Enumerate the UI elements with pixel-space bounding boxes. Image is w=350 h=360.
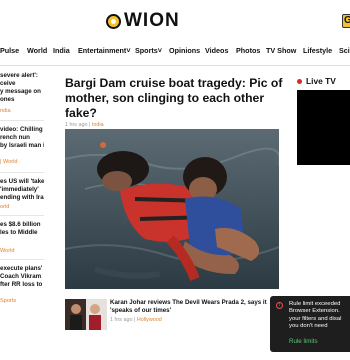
left-story-list: severe alert': ceive y message on ones n… [0, 72, 44, 312]
toast-line: Rule limit exceeded [289, 301, 341, 307]
nav-item-label: Sports [135, 46, 158, 55]
story-line: rench nun [0, 134, 30, 141]
extension-toast[interactable]: ! Rule limit exceeded Browser Extension.… [270, 296, 350, 352]
left-story-category[interactable]: Sports [0, 298, 16, 304]
nav-item-science[interactable]: Scie [339, 46, 350, 55]
live-tv-heading[interactable]: Live TV [297, 76, 350, 86]
nav-item-world[interactable]: World [27, 46, 47, 55]
main-nav: Pulse World India Entertainment˅ Sports˅… [0, 46, 350, 62]
toast-line: Browser Extension. [289, 308, 340, 315]
story-line: ceive [0, 80, 16, 87]
wion-logo[interactable]: WION [106, 10, 180, 31]
divider [0, 172, 44, 173]
chevron-down-icon: ˅ [157, 46, 162, 55]
story-line: y message on [0, 88, 41, 95]
rule-limits-link[interactable]: Rule limits [289, 338, 318, 345]
left-story-title[interactable]: execute plans' Coach Vikram fter RR loss… [0, 265, 44, 289]
story-line: fter RR loss to [0, 281, 43, 288]
related-story-category[interactable]: Hollywood [137, 317, 162, 323]
logo-text: WION [124, 10, 180, 31]
left-story-title[interactable]: es $8.6 billion les to Middle [0, 221, 44, 237]
story-line: by Israeli man in [0, 142, 44, 149]
left-story-title[interactable]: severe alert': ceive y message on ones [0, 72, 44, 104]
left-story-category[interactable]: World [0, 248, 15, 254]
left-story-category[interactable]: orld [0, 204, 9, 210]
left-story-title[interactable]: video: Chilling rench nun by Israeli man… [0, 126, 44, 150]
left-story-category[interactable]: | World [0, 159, 18, 165]
nav-item-entertainment[interactable]: Entertainment˅ [78, 46, 131, 55]
article-meta: 1 hrs ago | India [65, 122, 104, 128]
divider [0, 120, 44, 121]
toast-line: your filters and disal [289, 315, 342, 322]
related-story-meta: 1 hrs ago | Hollywood [110, 317, 162, 323]
story-line: ones [0, 96, 15, 103]
story-line: ending with Iran [0, 194, 44, 201]
related-story-time: 1 hrs ago [110, 317, 133, 323]
article-hero-image[interactable] [65, 129, 279, 289]
nav-item-tv-show[interactable]: TV Show [266, 46, 296, 55]
toast-message: Rule limit exceeded Browser Extension. y… [289, 301, 349, 331]
wion-logo-mark-icon [106, 13, 121, 29]
chevron-down-icon: ˅ [126, 46, 131, 55]
hero-photo-illustration [65, 129, 279, 289]
nav-divider [0, 65, 350, 66]
nav-item-sports[interactable]: Sports˅ [135, 46, 162, 55]
related-story-title[interactable]: Karan Johar reviews The Devil Wears Prad… [110, 299, 280, 315]
nav-item-india[interactable]: India [53, 46, 70, 55]
story-line: execute plans' [0, 265, 43, 272]
nav-item-videos[interactable]: Videos [205, 46, 228, 55]
toast-line: you don't need [289, 323, 328, 330]
article-time: 1 hrs ago [65, 122, 88, 128]
related-story-thumbnail[interactable] [65, 299, 107, 330]
nav-item-label: Entertainment [78, 46, 127, 55]
divider [0, 215, 44, 216]
corner-badge[interactable]: G [342, 14, 350, 28]
related-story[interactable]: Karan Johar reviews The Devil Wears Prad… [65, 297, 279, 331]
story-line: es US will 'take [0, 178, 44, 185]
nav-item-photos[interactable]: Photos [236, 46, 260, 55]
live-dot-icon [297, 78, 302, 84]
story-line: video: Chilling [0, 126, 43, 133]
article-headline[interactable]: Bargi Dam cruise boat tragedy: Pic of mo… [65, 76, 287, 121]
live-tv-player[interactable] [297, 90, 350, 165]
live-tv-label: Live TV [306, 76, 336, 86]
story-line: severe alert': [0, 72, 38, 79]
left-story-category[interactable]: ndia [0, 108, 11, 114]
story-line: les to Middle [0, 229, 38, 236]
story-line: es $8.6 billion [0, 221, 41, 228]
thumbnail-illustration [65, 299, 107, 330]
alert-circle-icon: ! [276, 302, 283, 309]
story-line: 'immediately' [0, 186, 39, 193]
nav-item-pulse[interactable]: Pulse [0, 46, 19, 55]
article-category[interactable]: India [92, 122, 104, 128]
left-story-title[interactable]: es US will 'take 'immediately' ending wi… [0, 178, 44, 202]
nav-item-lifestyle[interactable]: Lifestyle [303, 46, 332, 55]
live-tv-panel: Live TV [297, 76, 350, 165]
nav-item-opinions[interactable]: Opinions [169, 46, 200, 55]
divider [0, 259, 44, 260]
story-line: Coach Vikram [0, 273, 42, 280]
top-bar: WION G [0, 0, 350, 42]
